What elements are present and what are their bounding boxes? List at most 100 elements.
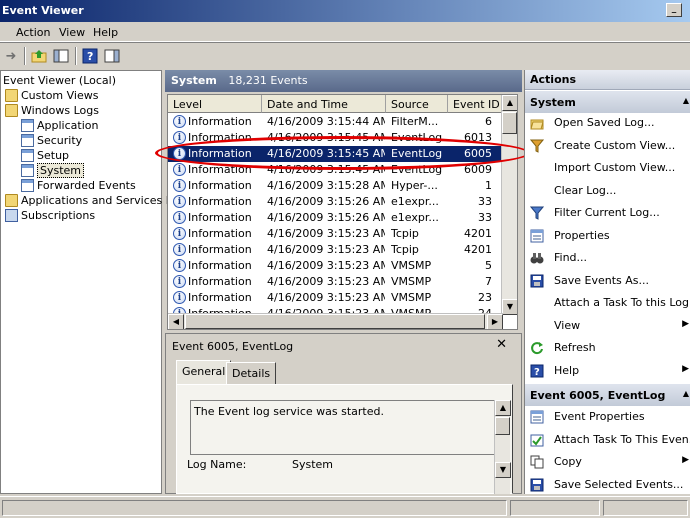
scroll-up-arrow[interactable]: ▲ [502,95,517,111]
table-row[interactable]: i Information 4/16/2009 3:15:26 AM e1expr..… [168,194,503,210]
column-header-source[interactable]: Source [386,95,448,113]
cell-level: Information [188,115,252,128]
submenu-arrow-icon: ▶ [682,455,689,465]
detail-scrollbar[interactable]: ▲ ▼ [494,400,511,494]
collapse-icon[interactable]: ▲ [683,96,689,105]
table-row[interactable]: i Information 4/16/2009 3:15:23 AM VMSMP 7 [168,274,503,290]
tab-general[interactable]: General [176,360,232,384]
show-hide-action-pane-icon[interactable] [103,47,121,65]
help-icon[interactable]: ? [81,47,99,65]
table-row[interactable]: i Information 4/16/2009 3:15:26 AM e1expr..… [168,210,503,226]
copy-icon [530,455,544,469]
table-row[interactable]: i Information 4/16/2009 3:15:23 AM Tcpip 420… [168,226,503,242]
table-row[interactable]: i Information 4/16/2009 3:15:23 AM VMSMP 23 [168,290,503,306]
tree-label: Setup [37,149,70,162]
column-header-level[interactable]: Level [168,95,262,113]
scroll-down-arrow[interactable]: ▼ [495,462,511,478]
action-item[interactable]: Save Events As... [525,272,690,290]
action-item[interactable]: Refresh [525,339,690,357]
tree-windows-logs[interactable]: Windows Logs [5,103,99,118]
tree-log-security[interactable]: Security [21,133,82,148]
scroll-thumb[interactable] [495,417,510,435]
action-item[interactable]: Properties [525,227,690,245]
table-row[interactable]: i Information 4/16/2009 3:15:28 AM Hyper-..… [168,178,503,194]
forward-icon[interactable]: ➜ [2,47,20,65]
section-label: System [530,96,576,109]
tree-label: Custom Views [21,89,99,102]
table-row[interactable]: i Information 4/16/2009 3:15:23 AM VMSMP 5 [168,258,503,274]
task-icon [530,433,544,447]
tree-custom-views[interactable]: Custom Views [5,88,98,103]
status-panel-tertiary [603,500,688,516]
collapse-icon[interactable]: ▲ [683,389,689,398]
tree-label: Windows Logs [21,104,99,117]
cell-event-id: 33 [478,195,492,208]
actions-section-system[interactable]: System ▲ [525,91,690,113]
information-icon: i [173,163,186,176]
action-item[interactable]: ? Help ▶ [525,362,690,380]
table-row[interactable]: i Information 4/16/2009 3:15:23 AM Tcpip 420… [168,242,503,258]
action-label: Properties [554,228,610,242]
table-row[interactable]: i Information 4/16/2009 3:15:44 AM FilterM.… [168,114,503,130]
up-folder-icon[interactable] [30,47,48,65]
tree-log-forwarded[interactable]: Forwarded Events [21,178,136,193]
action-item[interactable]: Attach Task To This Even... [525,431,690,449]
action-item[interactable]: Event Properties [525,408,690,426]
cell-level: Information [188,243,252,256]
column-header-date[interactable]: Date and Time [262,95,386,113]
cell-event-id: 33 [478,211,492,224]
menu-file[interactable] [2,26,6,39]
cell-level: Information [188,259,252,272]
information-icon: i [173,115,186,128]
tree-log-setup[interactable]: Setup [21,148,69,163]
tab-details[interactable]: Details [226,362,277,384]
cell-level: Information [188,227,252,240]
menu-action[interactable]: Action [16,26,50,39]
cell-level: Information [188,179,252,192]
action-label: Attach a Task To this Log... [554,296,690,309]
close-icon[interactable]: ✕ [496,337,507,352]
status-bar [0,496,690,518]
action-item[interactable]: Copy ▶ [525,453,690,471]
tree-root[interactable]: Event Viewer (Local) [3,73,116,88]
action-item[interactable]: Clear Log... [525,182,690,200]
action-item[interactable]: Open Saved Log... [525,114,690,132]
action-item[interactable]: Filter Current Log... [525,204,690,222]
cell-source: VMSMP [391,259,432,272]
action-item[interactable]: Save Selected Events... [525,476,690,494]
menu-help[interactable]: Help [93,26,118,39]
scroll-thumb[interactable] [502,112,517,134]
binoculars-icon [530,251,544,265]
show-hide-tree-icon[interactable] [52,47,70,65]
help-icon: ? [530,364,544,378]
filter-icon [529,206,545,220]
action-item[interactable]: Find... [525,249,690,267]
action-item[interactable]: Import Custom View... [525,159,690,177]
column-header-event-id[interactable]: Event ID [448,95,503,113]
tree-log-application[interactable]: Application [21,118,98,133]
tree-apps-services[interactable]: Applications and Services Logs [5,193,191,208]
cell-source: FilterM... [391,115,439,128]
scroll-right-arrow[interactable]: ▶ [487,314,503,329]
minimize-button[interactable]: _ [666,3,682,17]
save-icon [530,478,544,492]
scroll-down-arrow[interactable]: ▼ [502,299,517,315]
scroll-up-arrow[interactable]: ▲ [495,400,511,416]
menu-view[interactable]: View [59,26,85,39]
action-label: Refresh [554,341,596,354]
window-title: Event Viewer [2,4,84,17]
tree-subscriptions[interactable]: Subscriptions [5,208,95,223]
action-item[interactable]: Attach a Task To this Log... [525,294,690,312]
vertical-scrollbar[interactable]: ▲ ▼ [501,95,517,315]
field-label-log-name: Log Name: [187,458,247,470]
action-item[interactable]: View ▶ [525,317,690,335]
scroll-thumb-horizontal[interactable] [185,314,485,329]
status-panel-main [2,500,507,516]
action-item[interactable]: Create Custom View... [525,137,690,155]
scroll-left-arrow[interactable]: ◀ [168,314,184,329]
cell-date: 4/16/2009 3:15:23 AM [267,275,385,288]
actions-section-event[interactable]: Event 6005, EventLog ▲ [525,384,690,406]
tree-log-system[interactable]: System [21,163,85,178]
horizontal-scrollbar[interactable]: ◀ ▶ [168,313,503,329]
window-title-bar[interactable]: Event Viewer _ [0,0,690,22]
